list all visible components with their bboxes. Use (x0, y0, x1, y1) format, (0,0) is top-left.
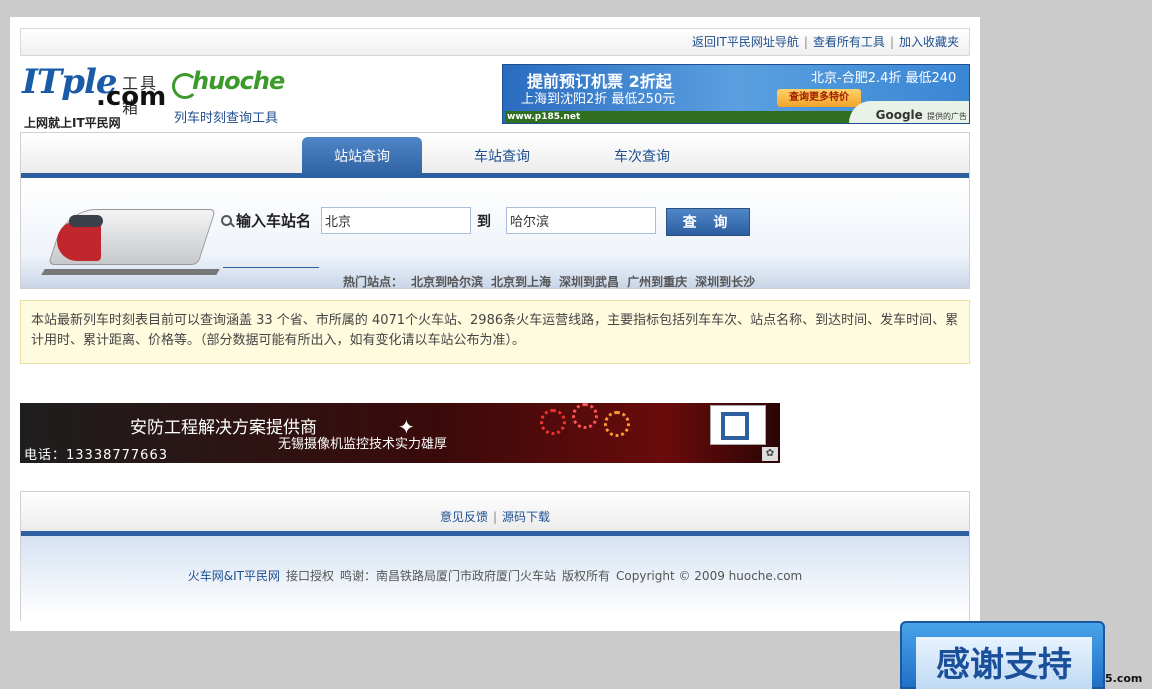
huoche-logo-text: huoche (192, 67, 285, 95)
nav-link-bookmark[interactable]: 加入收藏夹 (899, 35, 959, 49)
huoche-logo[interactable]: huoche 列车时刻查询工具 (172, 67, 292, 127)
ad-line-2: 上海到沈阳2折 最低250元 (521, 92, 676, 107)
copyright-text: Copyright © 2009 huoche.com (616, 569, 803, 583)
hot-stations-label: 热门站点： (343, 275, 404, 289)
banner-phone: 电话：13338777663 (24, 448, 168, 463)
search-form: 输入车站名 到 查 询 热门站点： 北京到哈尔滨北京到上海深圳到武昌广州到重庆深圳… (21, 183, 969, 290)
thanks-badge-text: 感谢支持 (916, 637, 1092, 689)
query-tabs: 站站查询 车站查询 车次查询 (21, 133, 969, 178)
logo-dotcom-text: .com (96, 82, 167, 112)
ad-line-3: 北京-合肥2.4折 最低240 (811, 71, 957, 86)
thanks-text: 鸣谢：南昌铁路局厦门市政府厦门火车站 (340, 569, 557, 583)
tab-station-query[interactable]: 车站查询 (442, 137, 562, 178)
nav-link-all-tools[interactable]: 查看所有工具 (813, 35, 885, 49)
tool-subtitle: 列车时刻查询工具 (174, 111, 279, 126)
source-download-link[interactable]: 源码下载 (502, 510, 550, 524)
top-ad-banner[interactable]: 提前预订机票 2折起 上海到沈阳2折 最低250元 北京-合肥2.4折 最低24… (502, 64, 970, 124)
thanks-badge[interactable]: 感谢支持 (900, 621, 1105, 689)
feedback-link[interactable]: 意见反馈 (440, 510, 488, 524)
logo-slogan: 上网就上IT平民网 (24, 116, 121, 130)
search-icon (221, 215, 232, 226)
firework-icon (540, 409, 566, 435)
train-image (41, 187, 220, 283)
hot-link[interactable]: 广州到重庆 (627, 275, 687, 289)
to-label: 到 (477, 214, 491, 230)
hot-link[interactable]: 北京到上海 (491, 275, 551, 289)
footer: 意见反馈 | 源码下载 火车网&IT平民网 接口授权 鸣谢：南昌铁路局厦门市政府厦门火车… (20, 491, 970, 621)
hot-link[interactable]: 深圳到武昌 (559, 275, 619, 289)
brand-link[interactable]: 火车网&IT平民网 (188, 569, 280, 583)
station-input-label: 输入车站名 (221, 208, 321, 268)
search-panel: 站站查询 车站查询 车次查询 输入车站名 到 查 询 热门站点： 北京到哈尔滨北京… (20, 132, 970, 289)
thanks-badge-url: 5.com (1105, 672, 1143, 685)
nav-link-home[interactable]: 返回IT平民网址导航 (692, 35, 799, 49)
page: 返回IT平民网址导航 | 查看所有工具 | 加入收藏夹 ITple 工具箱 .com 上… (10, 17, 980, 631)
google-ads-label: Google 提供的广告 (875, 108, 967, 122)
query-button[interactable]: 查 询 (666, 208, 750, 236)
company-logo (710, 405, 766, 445)
hot-link[interactable]: 深圳到长沙 (695, 275, 755, 289)
tab-station-to-station[interactable]: 站站查询 (302, 137, 422, 178)
top-nav-bar: 返回IT平民网址导航 | 查看所有工具 | 加入收藏夹 (20, 28, 970, 56)
to-station-input[interactable] (506, 207, 656, 234)
tab-train-number-query[interactable]: 车次查询 (582, 137, 702, 178)
paw-icon: ✿ (762, 447, 778, 461)
firework-icon (604, 411, 630, 437)
footer-copyright: 火车网&IT平民网 接口授权 鸣谢：南昌铁路局厦门市政府厦门火车站 版权所有 Copyr… (21, 536, 969, 616)
from-station-input[interactable] (321, 207, 471, 234)
security-ad-banner[interactable]: 安防工程解决方案提供商 ✦ 无锡摄像机监控技术实力雄厚 电话：133387776… (20, 403, 780, 463)
banner-subtitle: 无锡摄像机监控技术实力雄厚 (278, 437, 448, 452)
coverage-notice: 本站最新列车时刻表目前可以查询涵盖 33 个省、市所属的 4071个火车站、29… (20, 300, 970, 364)
hot-link[interactable]: 北京到哈尔滨 (411, 275, 483, 289)
itple-logo[interactable]: ITple 工具箱 .com 上网就上IT平民网 (22, 62, 172, 132)
ad-more-deals-button[interactable]: 查询更多特价 (777, 89, 861, 107)
license-text: 接口授权 (285, 569, 334, 583)
hot-stations: 热门站点： 北京到哈尔滨 北京到上海 深圳到武昌 广州到重庆 深圳到长沙 (343, 273, 755, 290)
rights-text: 版权所有 (562, 569, 611, 583)
firework-icon (572, 403, 598, 429)
footer-links: 意见反馈 | 源码下载 (21, 492, 969, 536)
